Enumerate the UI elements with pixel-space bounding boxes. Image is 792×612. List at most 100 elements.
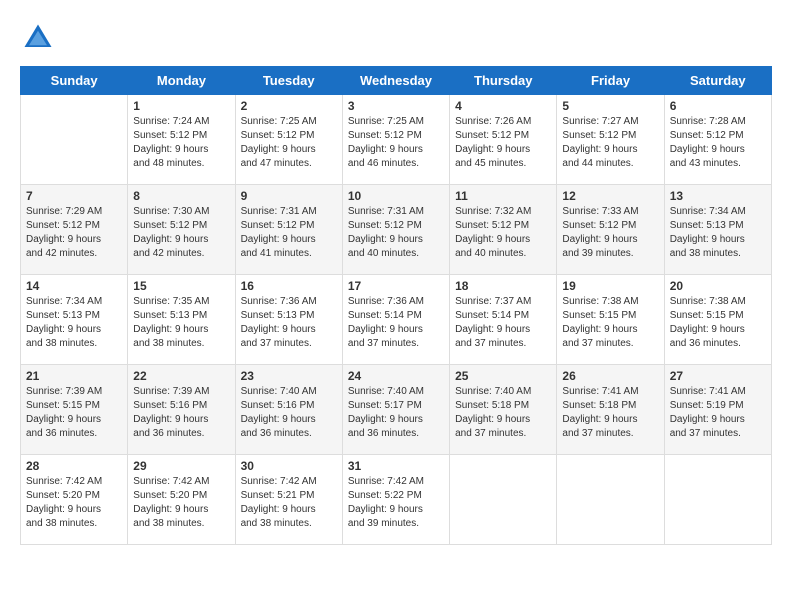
day-info: Sunrise: 7:33 AM Sunset: 5:12 PM Dayligh… [562, 205, 658, 261]
day-number: 22 [133, 369, 229, 383]
day-number: 26 [562, 369, 658, 383]
calendar-cell: 17 Sunrise: 7:36 AM Sunset: 5:14 PM Dayli… [342, 275, 449, 365]
day-info: Sunrise: 7:24 AM Sunset: 5:12 PM Dayligh… [133, 115, 229, 171]
day-number: 17 [348, 279, 444, 293]
day-info: Sunrise: 7:41 AM Sunset: 5:19 PM Dayligh… [670, 385, 766, 441]
day-number: 9 [241, 189, 337, 203]
day-info: Sunrise: 7:40 AM Sunset: 5:17 PM Dayligh… [348, 385, 444, 441]
calendar-cell: 4 Sunrise: 7:26 AM Sunset: 5:12 PM Daylig… [450, 95, 557, 185]
calendar-cell: 16Sunrise: 7:36 AM Sunset: 5:13 PM Dayli… [235, 275, 342, 365]
day-info: Sunrise: 7:42 AM Sunset: 5:20 PM Dayligh… [26, 475, 122, 531]
day-number: 13 [670, 189, 766, 203]
day-info: Sunrise: 7:42 AM Sunset: 5:22 PM Dayligh… [348, 475, 444, 531]
day-number: 29 [133, 459, 229, 473]
calendar-cell: 23 Sunrise: 7:40 AM Sunset: 5:16 PM Dayli… [235, 365, 342, 455]
day-info: Sunrise: 7:40 AM Sunset: 5:16 PM Dayligh… [241, 385, 337, 441]
calendar-cell: 19 Sunrise: 7:38 AM Sunset: 5:15 PM Dayli… [557, 275, 664, 365]
calendar-cell: 1 Sunrise: 7:24 AM Sunset: 5:12 PM Daylig… [128, 95, 235, 185]
day-info: Sunrise: 7:40 AM Sunset: 5:18 PM Dayligh… [455, 385, 551, 441]
day-info: Sunrise: 7:41 AM Sunset: 5:18 PM Dayligh… [562, 385, 658, 441]
calendar-cell: 25 Sunrise: 7:40 AM Sunset: 5:18 PM Dayli… [450, 365, 557, 455]
calendar-cell: 24 Sunrise: 7:40 AM Sunset: 5:17 PM Dayli… [342, 365, 449, 455]
day-number: 31 [348, 459, 444, 473]
calendar-cell: 3 Sunrise: 7:25 AM Sunset: 5:12 PM Daylig… [342, 95, 449, 185]
day-number: 11 [455, 189, 551, 203]
day-number: 20 [670, 279, 766, 293]
calendar-cell: 22 Sunrise: 7:39 AM Sunset: 5:16 PM Dayli… [128, 365, 235, 455]
calendar-week-row: 14 Sunrise: 7:34 AM Sunset: 5:13 PM Dayli… [21, 275, 772, 365]
day-info: Sunrise: 7:34 AM Sunset: 5:13 PM Dayligh… [670, 205, 766, 261]
calendar-cell: 31 Sunrise: 7:42 AM Sunset: 5:22 PM Dayli… [342, 455, 449, 545]
day-number: 2 [241, 99, 337, 113]
calendar-week-row: 21 Sunrise: 7:39 AM Sunset: 5:15 PM Dayli… [21, 365, 772, 455]
day-info: Sunrise: 7:36 AM Sunset: 5:14 PM Dayligh… [348, 295, 444, 351]
day-number: 21 [26, 369, 122, 383]
calendar-week-row: 1 Sunrise: 7:24 AM Sunset: 5:12 PM Daylig… [21, 95, 772, 185]
day-number: 10 [348, 189, 444, 203]
logo [20, 20, 62, 56]
day-number: 12 [562, 189, 658, 203]
day-info: Sunrise: 7:31 AM Sunset: 5:12 PM Dayligh… [348, 205, 444, 261]
day-number: 15 [133, 279, 229, 293]
calendar-cell: 30Sunrise: 7:42 AM Sunset: 5:21 PM Dayli… [235, 455, 342, 545]
day-info: Sunrise: 7:39 AM Sunset: 5:16 PM Dayligh… [133, 385, 229, 441]
day-number: 30 [241, 459, 337, 473]
weekday-header: Saturday [664, 67, 771, 95]
day-info: Sunrise: 7:29 AM Sunset: 5:12 PM Dayligh… [26, 205, 122, 261]
calendar-cell: 14 Sunrise: 7:34 AM Sunset: 5:13 PM Dayli… [21, 275, 128, 365]
calendar-cell [557, 455, 664, 545]
day-info: Sunrise: 7:28 AM Sunset: 5:12 PM Dayligh… [670, 115, 766, 171]
day-info: Sunrise: 7:32 AM Sunset: 5:12 PM Dayligh… [455, 205, 551, 261]
calendar-cell: 27Sunrise: 7:41 AM Sunset: 5:19 PM Dayli… [664, 365, 771, 455]
day-info: Sunrise: 7:37 AM Sunset: 5:14 PM Dayligh… [455, 295, 551, 351]
day-number: 24 [348, 369, 444, 383]
calendar-cell: 7 Sunrise: 7:29 AM Sunset: 5:12 PM Daylig… [21, 185, 128, 275]
calendar-cell: 15Sunrise: 7:35 AM Sunset: 5:13 PM Dayli… [128, 275, 235, 365]
day-info: Sunrise: 7:27 AM Sunset: 5:12 PM Dayligh… [562, 115, 658, 171]
weekday-header-row: SundayMondayTuesdayWednesdayThursdayFrid… [21, 67, 772, 95]
weekday-header: Thursday [450, 67, 557, 95]
day-number: 23 [241, 369, 337, 383]
day-info: Sunrise: 7:26 AM Sunset: 5:12 PM Dayligh… [455, 115, 551, 171]
day-info: Sunrise: 7:25 AM Sunset: 5:12 PM Dayligh… [348, 115, 444, 171]
calendar-cell: 26 Sunrise: 7:41 AM Sunset: 5:18 PM Dayli… [557, 365, 664, 455]
day-info: Sunrise: 7:38 AM Sunset: 5:15 PM Dayligh… [670, 295, 766, 351]
calendar-cell [450, 455, 557, 545]
calendar-cell: 5 Sunrise: 7:27 AM Sunset: 5:12 PM Daylig… [557, 95, 664, 185]
day-number: 4 [455, 99, 551, 113]
calendar-cell: 6 Sunrise: 7:28 AM Sunset: 5:12 PM Daylig… [664, 95, 771, 185]
calendar-cell [21, 95, 128, 185]
day-info: Sunrise: 7:30 AM Sunset: 5:12 PM Dayligh… [133, 205, 229, 261]
day-number: 7 [26, 189, 122, 203]
weekday-header: Monday [128, 67, 235, 95]
day-number: 25 [455, 369, 551, 383]
day-info: Sunrise: 7:38 AM Sunset: 5:15 PM Dayligh… [562, 295, 658, 351]
calendar-cell: 8Sunrise: 7:30 AM Sunset: 5:12 PM Daylig… [128, 185, 235, 275]
day-number: 1 [133, 99, 229, 113]
day-info: Sunrise: 7:36 AM Sunset: 5:13 PM Dayligh… [241, 295, 337, 351]
weekday-header: Sunday [21, 67, 128, 95]
day-number: 6 [670, 99, 766, 113]
calendar-table: SundayMondayTuesdayWednesdayThursdayFrid… [20, 66, 772, 545]
calendar-week-row: 28 Sunrise: 7:42 AM Sunset: 5:20 PM Dayli… [21, 455, 772, 545]
day-number: 14 [26, 279, 122, 293]
calendar-cell: 13 Sunrise: 7:34 AM Sunset: 5:13 PM Dayli… [664, 185, 771, 275]
calendar-cell: 21 Sunrise: 7:39 AM Sunset: 5:15 PM Dayli… [21, 365, 128, 455]
calendar-cell: 12 Sunrise: 7:33 AM Sunset: 5:12 PM Dayli… [557, 185, 664, 275]
page-header [20, 20, 772, 56]
day-number: 28 [26, 459, 122, 473]
day-info: Sunrise: 7:39 AM Sunset: 5:15 PM Dayligh… [26, 385, 122, 441]
day-number: 18 [455, 279, 551, 293]
weekday-header: Friday [557, 67, 664, 95]
day-number: 19 [562, 279, 658, 293]
calendar-cell: 18 Sunrise: 7:37 AM Sunset: 5:14 PM Dayli… [450, 275, 557, 365]
calendar-cell: 2 Sunrise: 7:25 AM Sunset: 5:12 PM Daylig… [235, 95, 342, 185]
calendar-week-row: 7 Sunrise: 7:29 AM Sunset: 5:12 PM Daylig… [21, 185, 772, 275]
day-info: Sunrise: 7:34 AM Sunset: 5:13 PM Dayligh… [26, 295, 122, 351]
day-number: 5 [562, 99, 658, 113]
weekday-header: Tuesday [235, 67, 342, 95]
day-info: Sunrise: 7:31 AM Sunset: 5:12 PM Dayligh… [241, 205, 337, 261]
day-number: 3 [348, 99, 444, 113]
day-info: Sunrise: 7:42 AM Sunset: 5:20 PM Dayligh… [133, 475, 229, 531]
day-info: Sunrise: 7:25 AM Sunset: 5:12 PM Dayligh… [241, 115, 337, 171]
